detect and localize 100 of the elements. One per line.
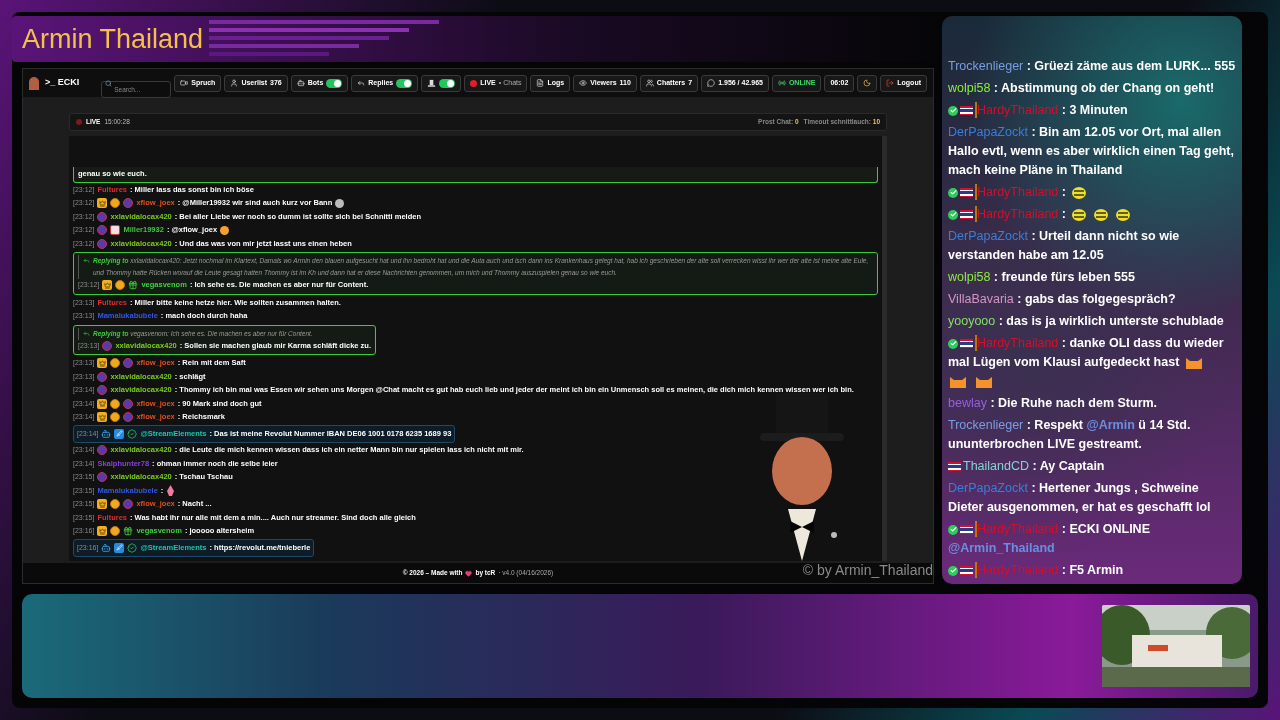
crown-icon — [97, 412, 108, 423]
username: Trockenlieger — [948, 418, 1024, 432]
eye-icon — [579, 79, 588, 87]
gift-icon — [128, 280, 139, 291]
chat-message: HardyThailand : 3 Minuten — [948, 101, 1236, 120]
username: DerPapaZockt — [948, 481, 1028, 495]
emblem-icon — [97, 225, 108, 236]
emblem-icon — [97, 385, 108, 396]
sword-icon — [114, 542, 125, 553]
username: bewlay — [948, 396, 987, 410]
username: HardyThailand — [977, 207, 1059, 221]
reply-icon — [83, 257, 90, 264]
chat-message: DerPapaZockt : Bin am 12.05 vor Ort, mal allen Hallo evtl, wenn es aber wirklich einen Tag geht, mach keine Pläne in Thailand — [948, 124, 1235, 179]
heart-icon — [465, 569, 473, 577]
reply-icon — [83, 329, 90, 337]
chat-message: yooyooo : das is ja wirklich unterste schublade — [948, 313, 1225, 330]
flag-icon — [960, 188, 973, 198]
chat-message: HardyThailand : ECKI ONLINE @Armin_Thailand — [948, 520, 1151, 557]
username: HardyThailand — [977, 185, 1059, 199]
flag-icon — [960, 210, 973, 220]
rocket-emote-icon — [166, 484, 176, 497]
crown-icon — [97, 526, 108, 537]
avatar-icon — [110, 225, 121, 236]
smile-emote-icon — [220, 225, 230, 235]
chat-message: HardyThailand : danke OLI dass du wieder mal Lügen vom Klausi aufgedeckt hast — [948, 334, 1236, 391]
chat-message: wolpi58 : freunde fürs leben 555 — [948, 269, 1136, 286]
video-icon — [180, 79, 189, 87]
search-icon — [105, 79, 113, 87]
chat-message: Trockenlieger : Grüezi zäme aus dem LURK... 555 — [948, 58, 1236, 75]
emote-icon — [335, 198, 345, 208]
emblem-icon — [97, 472, 108, 483]
document-icon — [536, 79, 545, 87]
hat-toggle-button[interactable] — [421, 74, 462, 92]
user-icon — [230, 79, 239, 87]
check-icon — [948, 209, 958, 220]
username: HardyThailand — [977, 522, 1059, 536]
toggle-switch[interactable] — [396, 78, 413, 88]
top-hat-icon — [427, 78, 437, 88]
username: HardyThailand — [977, 563, 1059, 577]
bee-emote-icon — [1114, 207, 1131, 223]
chat-message: DerPapaZockt : Urteil dann nicht so wie verstanden habe am 12.05 — [948, 228, 1181, 264]
robot-icon — [296, 79, 305, 87]
username: Trockenlieger — [948, 59, 1024, 73]
emblem-icon — [123, 499, 134, 510]
flag-icon — [948, 462, 961, 472]
crown-icon — [97, 358, 108, 369]
chat-message: HardyThailand : — [948, 183, 1236, 202]
emblem-icon — [123, 198, 134, 209]
emblem-icon — [123, 412, 134, 423]
signal-icon — [777, 79, 786, 87]
username: HardyThailand — [977, 103, 1059, 117]
overlay-title: Armin Thailand — [22, 22, 204, 56]
crown-icon — [97, 499, 108, 510]
emblem-icon — [102, 340, 113, 351]
check-icon — [948, 338, 958, 349]
chat-message: ThailandCD : Ay Captain — [948, 457, 1236, 476]
flag-icon — [960, 566, 973, 576]
emblem-icon — [97, 445, 108, 456]
moon-icon — [863, 79, 872, 87]
flag-icon — [960, 339, 973, 349]
avatar-icon — [29, 76, 39, 90]
chat-message: VillaBavaria : gabs das folgegespräch? — [948, 291, 1177, 308]
username: DerPapaZockt — [948, 125, 1028, 139]
username: yooyooo — [948, 314, 996, 328]
username: wolpi58 — [948, 270, 991, 284]
toggle-switch[interactable] — [439, 78, 456, 88]
check-icon — [948, 105, 958, 116]
emblem-icon — [123, 358, 134, 369]
chat-message: wolpi58 : Abstimmung ob der Chang on geht! — [948, 80, 1216, 97]
bee-emote-icon — [1070, 207, 1087, 223]
check-icon — [948, 187, 958, 198]
chat-message: DerPapaZockt : Hertener Jungs , Schweine Dieter ausgenommen, er hat es geschafft lol — [948, 480, 1212, 516]
flag-icon — [960, 525, 973, 535]
emblem-icon — [97, 371, 108, 382]
flag-icon — [960, 106, 973, 116]
chat-message: HardyThailand : F5 Armin — [948, 561, 1236, 580]
logout-icon — [886, 79, 895, 87]
chat-message: HardyThailand : — [948, 205, 1236, 224]
check-icon — [948, 524, 958, 535]
username: HardyThailand — [977, 336, 1059, 350]
username: wolpi58 — [948, 81, 991, 95]
username: ThailandCD — [963, 459, 1029, 473]
gift-icon — [123, 526, 134, 537]
toggle-switch[interactable] — [326, 78, 343, 88]
chat-message: Trockenlieger : Respekt @Armin ü 14 Std. ununterbrochen LIVE gestreamt. — [948, 417, 1192, 453]
verified-icon — [127, 542, 138, 553]
emblem-icon — [97, 238, 108, 249]
reply-icon — [357, 79, 366, 87]
username: DerPapaZockt — [948, 229, 1028, 243]
crown-icon — [97, 198, 108, 209]
verified-icon — [127, 428, 138, 439]
crown-icon — [102, 280, 113, 291]
users-icon — [645, 79, 654, 87]
emblem-icon — [97, 211, 108, 222]
sword-icon — [114, 428, 125, 439]
robot-icon — [101, 542, 112, 553]
app-name: >_ ECKI — [45, 76, 80, 90]
theme-button[interactable] — [857, 74, 878, 92]
check-icon — [948, 565, 958, 576]
robot-icon — [101, 428, 112, 439]
